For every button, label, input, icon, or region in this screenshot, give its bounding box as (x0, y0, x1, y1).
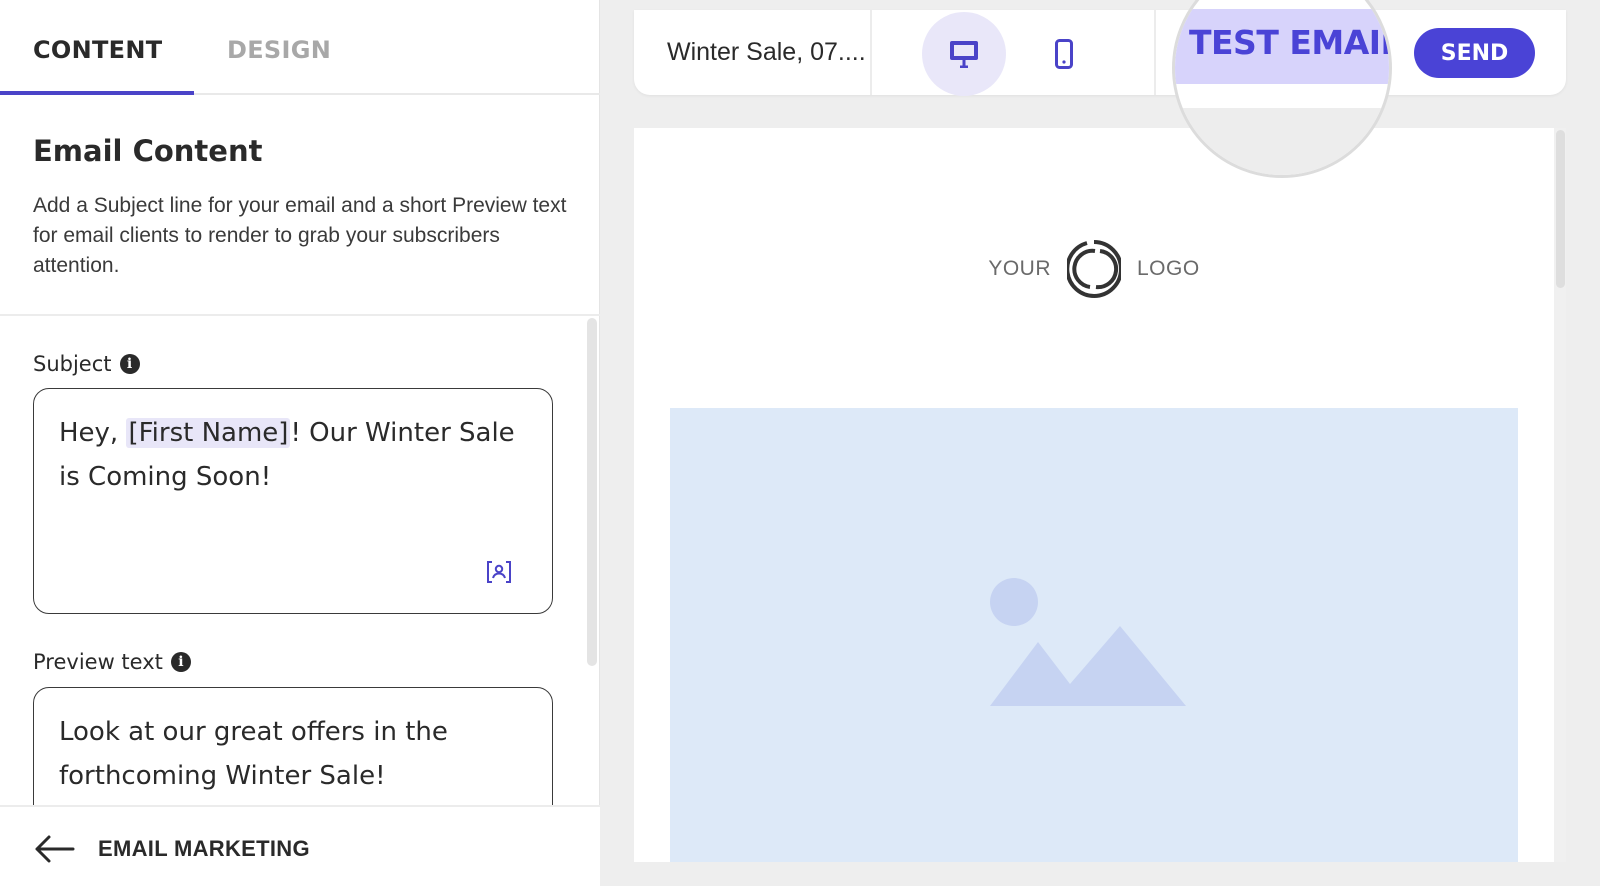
email-editor: CONTENT DESIGN Email Content Add a Subje… (0, 0, 1600, 886)
email-logo[interactable]: YOUR LOGO (634, 238, 1554, 300)
subject-text-start: Hey, (59, 418, 127, 448)
logo-text-right: LOGO (1137, 257, 1200, 280)
info-icon[interactable]: i (170, 652, 191, 672)
active-tab-indicator (0, 91, 194, 95)
preview-scrollbar[interactable] (1556, 130, 1565, 288)
panel-scrollbar[interactable] (587, 318, 597, 666)
tab-design[interactable]: DESIGN (227, 36, 331, 64)
section-title: Email Content (33, 134, 263, 168)
preview-toolbar: Winter Sale, 07.... SEND (634, 10, 1566, 96)
preview-text-label: Preview text i (33, 650, 191, 674)
section-description: Add a Subject line for your email and a … (33, 194, 567, 277)
preview-text-value: Look at our great offers in the forthcom… (59, 717, 448, 791)
campaign-name[interactable]: Winter Sale, 07.... (667, 38, 872, 67)
mobile-icon (1055, 39, 1073, 69)
back-to-email-marketing[interactable]: EMAIL MARKETING (98, 836, 310, 862)
personalize-icon[interactable] (486, 561, 512, 583)
circle-logo-icon (1067, 240, 1121, 298)
arrow-left-icon[interactable] (33, 834, 75, 864)
send-button[interactable]: SEND (1414, 28, 1535, 78)
divider (0, 314, 600, 316)
magnifier-background (1175, 108, 1389, 175)
email-preview: YOUR LOGO (634, 128, 1554, 862)
hero-image-placeholder[interactable] (670, 408, 1518, 862)
preview-area: Winter Sale, 07.... SEND TEST EMAIL YOUR… (600, 0, 1600, 886)
mobile-view-button[interactable] (1022, 12, 1106, 96)
image-placeholder-icon (990, 578, 1186, 706)
info-icon[interactable]: i (119, 354, 140, 374)
desktop-icon (950, 41, 978, 68)
subject-field[interactable]: Hey, [First Name]! Our Winter Sale is Co… (33, 388, 553, 614)
subject-label: Subject i (33, 352, 140, 376)
toolbar-divider (1154, 10, 1156, 95)
content-panel: CONTENT DESIGN Email Content Add a Subje… (0, 0, 600, 886)
test-email-button[interactable]: TEST EMAIL (1189, 23, 1389, 62)
logo-text-left: YOUR (988, 257, 1051, 280)
panel-tabs: CONTENT DESIGN (0, 0, 600, 95)
toolbar-divider (870, 10, 872, 95)
tab-content[interactable]: CONTENT (33, 36, 162, 64)
desktop-view-button[interactable] (922, 12, 1006, 96)
preview-text-label-text: Preview text (33, 650, 163, 674)
test-email-magnifier: TEST EMAIL (1172, 0, 1392, 178)
subject-label-text: Subject (33, 352, 112, 376)
first-name-token[interactable]: [First Name] (126, 418, 291, 448)
